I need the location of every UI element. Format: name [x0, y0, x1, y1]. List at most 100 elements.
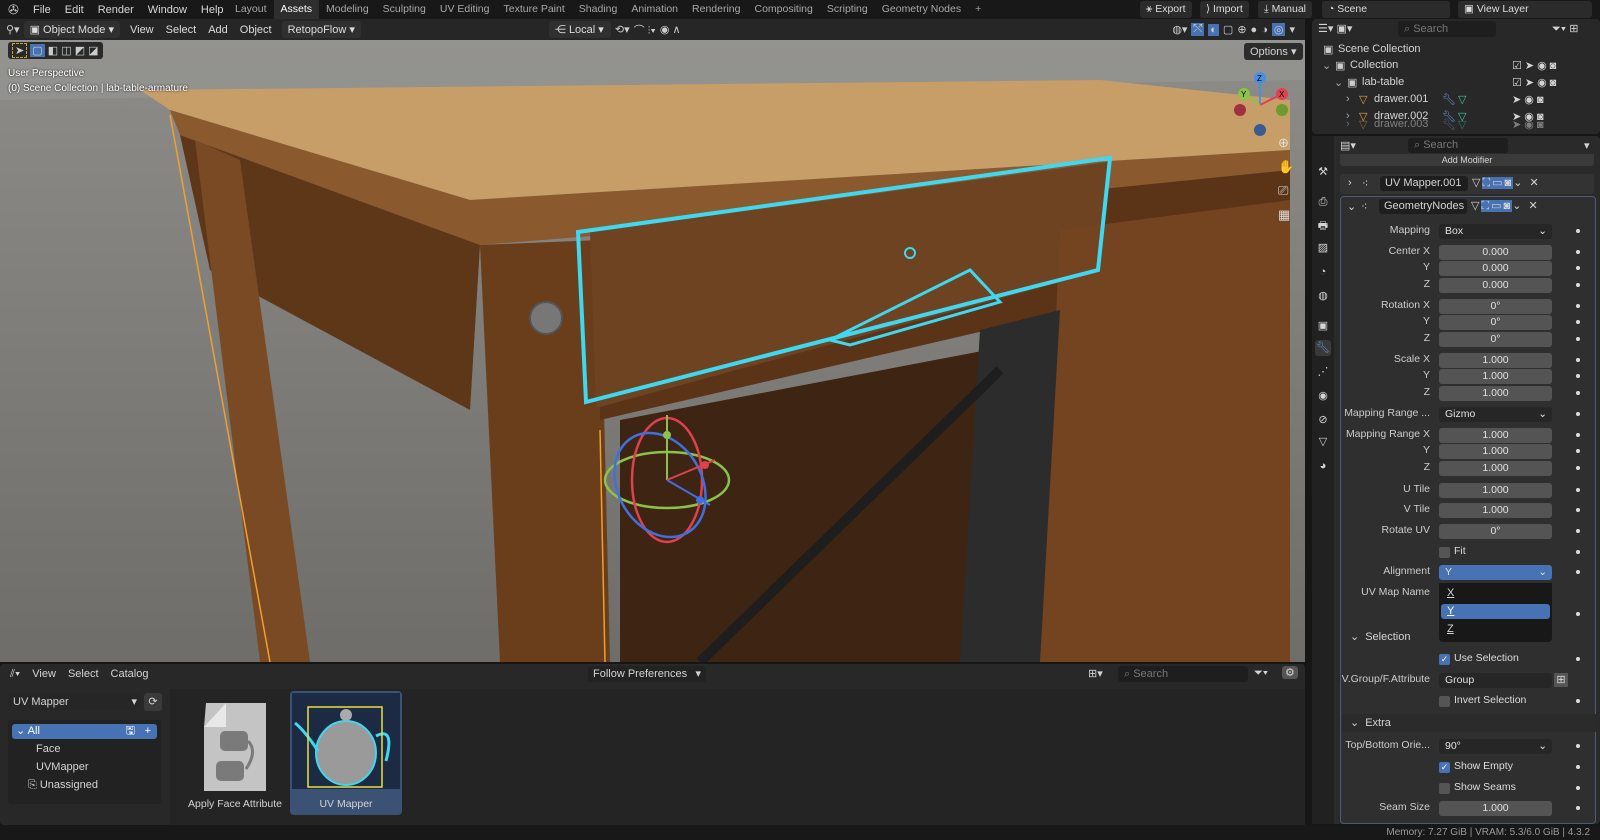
- keyframe-dot[interactable]: [1576, 550, 1580, 554]
- export-button[interactable]: ⚹ Export: [1140, 1, 1192, 18]
- select-mode-invert-icon[interactable]: ◩: [75, 44, 85, 57]
- visibility-toggles[interactable]: ➤◉◙: [1512, 93, 1546, 106]
- outliner-filter-icon[interactable]: ⏷▾ ⊞: [1552, 22, 1578, 36]
- retopoflow-menu[interactable]: RetopoFlow ▾: [281, 21, 361, 38]
- number-field-y[interactable]: 1.000: [1439, 444, 1552, 459]
- checkbox-show-seams[interactable]: [1439, 783, 1450, 794]
- proportional-edit-icon[interactable]: ◉ ∧: [660, 23, 681, 36]
- tab-workspace-sculpting[interactable]: Sculpting: [376, 0, 433, 19]
- dropdown-mapping-range-[interactable]: Gizmo ⌄: [1439, 407, 1552, 422]
- number-field-seam-size[interactable]: 1.000: [1439, 801, 1552, 816]
- viewport-menu-add[interactable]: Add: [202, 24, 234, 36]
- keyframe-dot[interactable]: [1576, 744, 1580, 748]
- modifier-wrench-icon[interactable]: 🔧︎: [1315, 340, 1331, 356]
- snap-icon[interactable]: ⌒ ⫶▾: [634, 22, 656, 38]
- catalog-add-icon[interactable]: +: [145, 724, 151, 739]
- outliner-item[interactable]: ⌄ ▣ lab-table ☑➤◉◙: [1312, 74, 1600, 90]
- ortho-grid-icon[interactable]: ▦: [1278, 207, 1298, 223]
- orientation-dropdown[interactable]: ⋲ Local ▾: [548, 21, 611, 38]
- alignment-option-y[interactable]: Y: [1441, 604, 1550, 619]
- number-field-z[interactable]: 0°: [1439, 332, 1552, 347]
- 3d-viewport[interactable]: User Perspective (0) Scene Collection | …: [0, 40, 1305, 662]
- keyframe-dot[interactable]: [1576, 266, 1580, 270]
- mode-dropdown[interactable]: ▣ Object Mode ▾: [23, 21, 120, 38]
- section-header-extra[interactable]: ⌄ Extra: [1342, 714, 1596, 732]
- expand-chevron-icon[interactable]: ›: [1346, 93, 1350, 105]
- blender-logo-icon[interactable]: ✇: [8, 2, 19, 18]
- number-field-z[interactable]: 1.000: [1439, 386, 1552, 401]
- modifier-toggles[interactable]: ▽⛶▭◙⌄ ✕: [1472, 176, 1541, 190]
- xray-icon[interactable]: ▢: [1223, 23, 1233, 36]
- viewport-menu-view[interactable]: View: [124, 24, 160, 36]
- view-layer-selector[interactable]: ▣ View Layer: [1458, 1, 1592, 18]
- keyframe-dot[interactable]: [1576, 412, 1580, 416]
- tab-workspace-animation[interactable]: Animation: [624, 0, 685, 19]
- keyframe-dot[interactable]: [1576, 765, 1580, 769]
- number-field-u-tile[interactable]: 1.000: [1439, 483, 1552, 498]
- attribute-picker-icon[interactable]: ⊞: [1554, 673, 1568, 687]
- properties-editor-type-icon[interactable]: ▤▾: [1340, 139, 1356, 152]
- particles-icon[interactable]: ⋰: [1315, 364, 1331, 380]
- keyframe-dot[interactable]: [1576, 304, 1580, 308]
- view-layer-icon[interactable]: ▨: [1315, 240, 1331, 256]
- checkbox-use-selection[interactable]: ✓: [1439, 654, 1450, 665]
- select-mode-intersect-icon[interactable]: ◪: [88, 44, 98, 57]
- visibility-toggles[interactable]: ☑➤◉◙: [1512, 76, 1559, 89]
- menu-edit[interactable]: Edit: [58, 4, 91, 16]
- checkbox-fit[interactable]: [1439, 547, 1450, 558]
- asset-editor-type-icon[interactable]: ⫽▾: [10, 668, 20, 681]
- asset-menu-view[interactable]: View: [32, 668, 56, 680]
- shading-rendered-icon[interactable]: ◎: [1271, 23, 1286, 36]
- keyframe-dot[interactable]: [1576, 806, 1580, 810]
- modifier-wrench-icon[interactable]: 🔧︎: [1442, 118, 1456, 131]
- shading-wireframe-icon[interactable]: ⊕: [1237, 23, 1246, 36]
- number-field-z[interactable]: 0.000: [1439, 278, 1552, 293]
- modifier-wrench-icon[interactable]: 🔧︎: [1442, 93, 1456, 106]
- keyframe-dot[interactable]: [1576, 570, 1580, 574]
- catalog-item-all[interactable]: ⌄ All 🖫︎ +: [12, 724, 157, 739]
- world-icon[interactable]: ◍: [1315, 288, 1331, 304]
- catalog-item-face[interactable]: Face: [36, 742, 60, 757]
- keyframe-dot[interactable]: [1576, 449, 1580, 453]
- keyframe-dot[interactable]: [1576, 612, 1580, 616]
- outliner-item[interactable]: › ▽ drawer.003 🔧︎ ▽ ➤◉◙: [1312, 117, 1600, 131]
- outliner-display-mode-icon[interactable]: ☰▾ ▣▾: [1318, 22, 1352, 35]
- keyframe-dot[interactable]: [1576, 488, 1580, 492]
- menu-help[interactable]: Help: [194, 4, 231, 16]
- checkbox-invert-selection[interactable]: [1439, 696, 1450, 707]
- expand-chevron-icon[interactable]: ⌄: [1322, 59, 1331, 72]
- visibility-toggles[interactable]: ☑➤◉◙: [1512, 59, 1559, 72]
- tool-selectbox[interactable]: ➤ ▢ ◧ ◫ ◩ ◪: [8, 42, 103, 59]
- asset-settings-gear-icon[interactable]: ⚙: [1282, 666, 1298, 679]
- keyframe-dot[interactable]: [1576, 786, 1580, 790]
- properties-options-icon[interactable]: ▾: [1584, 139, 1590, 152]
- add-workspace-button[interactable]: +: [968, 0, 988, 19]
- modifier-uv-mapper-001[interactable]: › ⁖ UV Mapper.001 ▽⛶▭◙⌄ ✕: [1340, 174, 1594, 194]
- output-icon[interactable]: 🖶︎: [1315, 218, 1331, 234]
- outliner-search-input[interactable]: ⌕ Search: [1398, 21, 1496, 37]
- keyframe-dot[interactable]: [1576, 374, 1580, 378]
- number-field-y[interactable]: 1.000: [1439, 369, 1552, 384]
- alignment-dropdown-alignment[interactable]: Y ⌄: [1439, 565, 1552, 580]
- tab-workspace-modeling[interactable]: Modeling: [319, 0, 376, 19]
- tool-icon[interactable]: ⚒: [1315, 164, 1331, 180]
- keyframe-dot[interactable]: [1576, 283, 1580, 287]
- keyframe-dot[interactable]: [1576, 433, 1580, 437]
- keyframe-dot[interactable]: [1576, 529, 1580, 533]
- number-field-center-x[interactable]: 0.000: [1439, 245, 1552, 260]
- dropdown-mapping[interactable]: Box ⌄: [1439, 224, 1552, 239]
- expand-chevron-icon[interactable]: ⌄: [1334, 76, 1343, 89]
- render-icon[interactable]: ⎙: [1315, 194, 1331, 210]
- tab-workspace-assets[interactable]: Assets: [273, 0, 320, 19]
- asset-library-dropdown[interactable]: UV Mapper ▾: [8, 694, 141, 710]
- visibility-icon[interactable]: ◍▾: [1172, 23, 1187, 36]
- viewport-menu-select[interactable]: Select: [160, 24, 203, 36]
- object-icon[interactable]: ▣: [1315, 318, 1331, 334]
- scene-selector[interactable]: ◔ Scene: [1322, 1, 1450, 18]
- menu-file[interactable]: File: [26, 4, 58, 16]
- refresh-library-icon[interactable]: ⟳: [144, 693, 162, 711]
- properties-search-input[interactable]: ⌕ Search: [1408, 138, 1508, 153]
- asset-menu-catalog[interactable]: Catalog: [111, 668, 149, 680]
- alignment-option-x[interactable]: X: [1441, 586, 1550, 601]
- number-field-y[interactable]: 0.000: [1439, 261, 1552, 276]
